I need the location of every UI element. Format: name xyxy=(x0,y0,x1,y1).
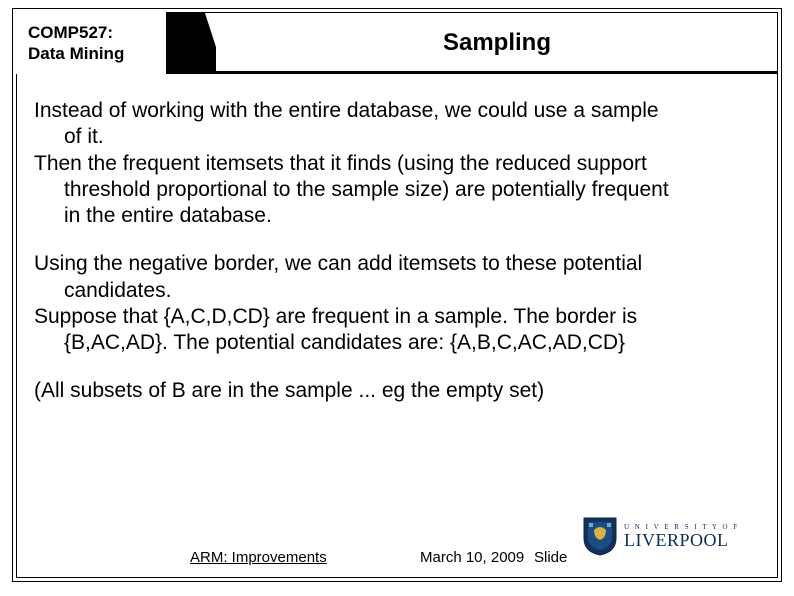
university-logo: U N I V E R S I T Y O F LIVERPOOL xyxy=(582,516,768,556)
logo-text: U N I V E R S I T Y O F LIVERPOOL xyxy=(624,524,739,549)
footer-date: March 10, 2009 xyxy=(420,549,524,566)
slide-title-text: Sampling xyxy=(443,29,551,57)
slide-title: Sampling xyxy=(216,12,778,74)
course-name: Data Mining xyxy=(28,44,124,63)
paragraph-4: Suppose that {A,C,D,CD} are frequent in … xyxy=(34,304,760,357)
footer-lecture: ARM: Improvements xyxy=(190,549,327,566)
p5-line1: (All subsets of B are in the sample ... … xyxy=(34,378,760,404)
p2-line3: in the entire database. xyxy=(34,203,760,229)
p4-line1: Suppose that {A,C,D,CD} are frequent in … xyxy=(34,304,760,330)
shield-icon xyxy=(582,516,618,556)
p3-line1: Using the negative border, we can add it… xyxy=(34,251,760,277)
logo-liverpool: LIVERPOOL xyxy=(624,531,739,549)
paragraph-1: Instead of working with the entire datab… xyxy=(34,98,760,151)
slide-footer: ARM: Improvements March 10, 2009 Slide U… xyxy=(0,534,794,574)
p2-line1: Then the frequent itemsets that it finds… xyxy=(34,151,760,177)
paragraph-5: (All subsets of B are in the sample ... … xyxy=(34,378,760,404)
p4-line2: {B,AC,AD}. The potential candidates are:… xyxy=(34,330,760,356)
p2-line2: threshold proportional to the sample siz… xyxy=(34,177,760,203)
footer-slide-label: Slide xyxy=(534,549,567,566)
paragraph-3: Using the negative border, we can add it… xyxy=(34,251,760,304)
slide-body: Instead of working with the entire datab… xyxy=(34,98,760,427)
slide: COMP527: Data Mining Sampling Instead of… xyxy=(0,0,794,596)
paragraph-2: Then the frequent itemsets that it finds… xyxy=(34,151,760,230)
slide-header: COMP527: Data Mining Sampling xyxy=(16,12,778,74)
header-tab-shape xyxy=(166,12,216,74)
p3-line2: candidates. xyxy=(34,278,760,304)
p1-line2: of it. xyxy=(34,124,760,150)
p1-line1: Instead of working with the entire datab… xyxy=(34,98,760,124)
course-code: COMP527: xyxy=(28,23,113,42)
